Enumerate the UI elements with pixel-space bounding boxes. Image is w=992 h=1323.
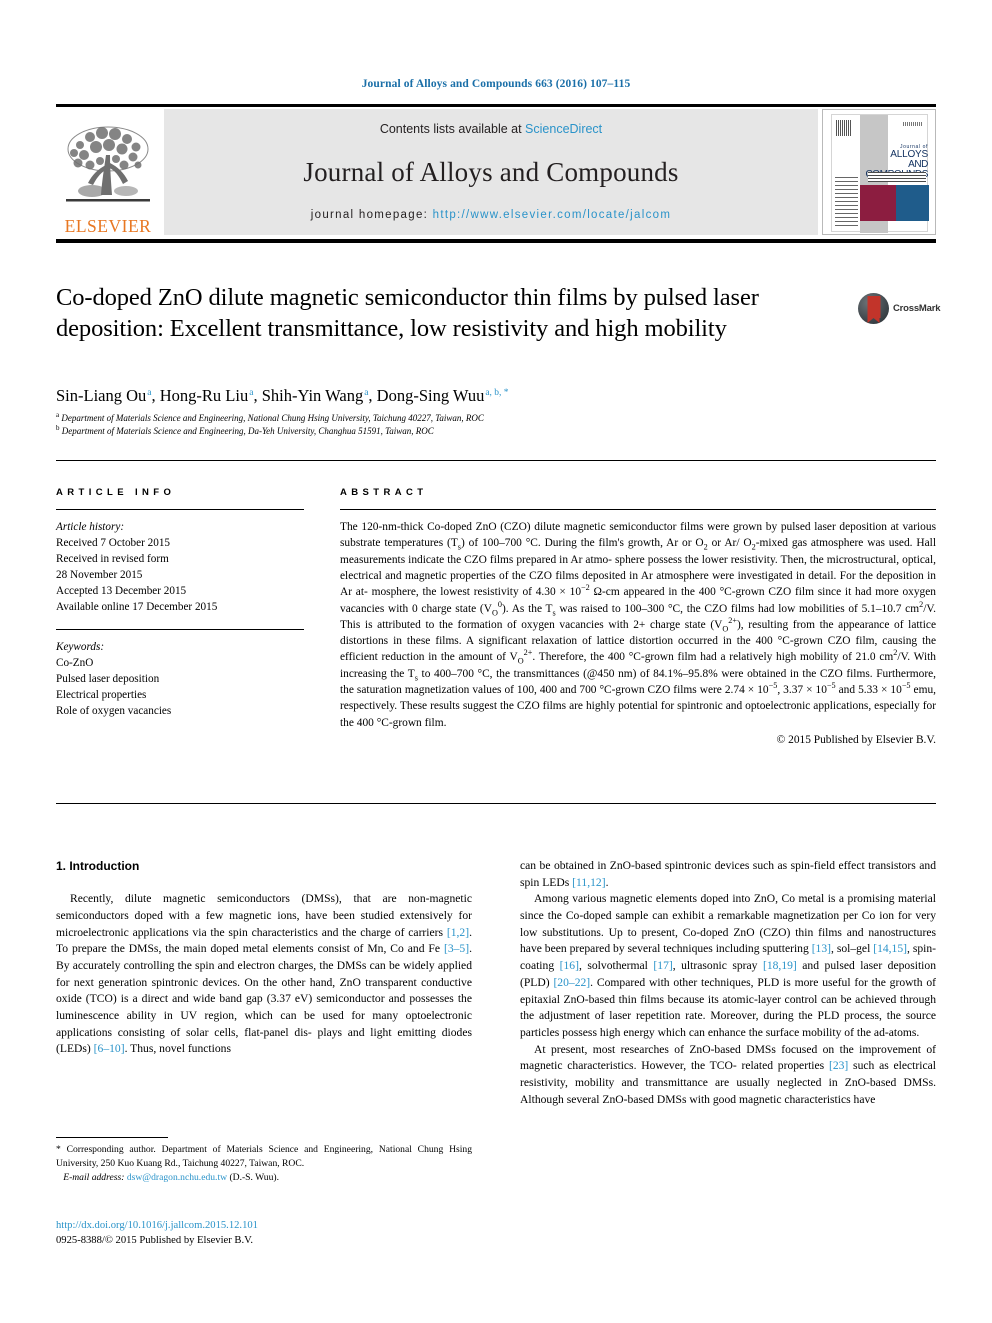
keyword-item: Co-ZnO <box>56 657 94 670</box>
body-paragraph: Recently, dilute magnetic semiconductors… <box>56 892 472 1056</box>
keywords-rule <box>56 629 304 631</box>
history-item: Received in revised form <box>56 553 169 566</box>
section-heading-introduction: 1. Introduction <box>56 859 140 873</box>
author-name: Hong-Ru Liu <box>159 386 249 405</box>
author-affil-mark: a <box>249 387 254 398</box>
cover-inner: Journal of ALLOYS AND COMPOUNDS <box>831 114 929 233</box>
citation-link[interactable]: [3–5] <box>444 942 469 955</box>
citation-link[interactable]: [20–22] <box>553 976 590 989</box>
citation-link[interactable]: [16] <box>560 959 579 972</box>
cover-subtitle-lines <box>868 172 926 182</box>
abstract-rule <box>340 509 936 511</box>
corresponding-author-footnote: * Corresponding author. Department of Ma… <box>56 1137 472 1185</box>
email-address-label: E-mail address: <box>63 1171 125 1183</box>
affiliation-text: Department of Materials Science and Engi… <box>61 425 434 436</box>
info-section-bottom-rule <box>56 803 936 805</box>
body-paragraph: can be obtained in ZnO-based spintronic … <box>520 859 936 889</box>
keywords-label: Keywords: <box>56 641 105 654</box>
affiliation-mark: b <box>56 423 60 432</box>
affiliation-item: a Department of Materials Science and En… <box>56 412 866 425</box>
citation-link[interactable]: [17] <box>653 959 672 972</box>
body-paragraph: At present, most researches of ZnO-based… <box>520 1042 936 1106</box>
contents-lists-line: Contents lists available at ScienceDirec… <box>380 122 602 136</box>
article-page: Journal of Alloys and Compounds 663 (201… <box>0 0 992 1323</box>
footnote-rule <box>56 1137 168 1138</box>
article-history-label: Article history: <box>56 521 125 534</box>
page-title: Co-doped ZnO dilute magnetic semiconduct… <box>56 284 759 343</box>
journal-homepage-line: journal homepage: http://www.elsevier.co… <box>311 209 671 221</box>
abstract-text: The 120-nm-thick Co-doped ZnO (CZO) dilu… <box>340 521 937 729</box>
author-list: Sin-Liang Oua, Hong-Ru Liua, Shih-Yin Wa… <box>56 386 509 405</box>
title-block: Co-doped ZnO dilute magnetic semiconduct… <box>56 282 846 345</box>
history-item: Available online 17 December 2015 <box>56 601 218 614</box>
homepage-label: journal homepage: <box>310 209 433 221</box>
journal-masthead: ELSEVIER Contents lists available at Sci… <box>56 107 936 237</box>
author-affil-mark: a <box>147 387 152 398</box>
affiliation-mark: a <box>56 411 60 419</box>
footer-doi-block: http://dx.doi.org/10.1016/j.jallcom.2015… <box>56 1219 476 1249</box>
homepage-url-link[interactable]: http://www.elsevier.com/locate/jalcom <box>433 209 672 221</box>
email-link[interactable]: dsw@dragon.nchu.edu.tw <box>127 1172 227 1183</box>
citation-link[interactable]: [6–10] <box>94 1042 125 1055</box>
citation-link[interactable]: [18,19] <box>763 959 797 972</box>
footnote-email-line: E-mail address: dsw@dragon.nchu.edu.tw (… <box>56 1171 472 1185</box>
history-item: Received 7 October 2015 <box>56 537 171 550</box>
citation-link[interactable]: [1,2] <box>447 926 469 939</box>
cover-editor-list <box>835 177 858 229</box>
elsevier-wordmark: ELSEVIER <box>64 215 152 236</box>
journal-title: Journal of Alloys and Compounds <box>303 157 679 187</box>
keyword-item: Role of oxygen vacancies <box>56 705 172 718</box>
abstract-copyright: © 2015 Published by Elsevier B.V. <box>776 733 936 746</box>
elsevier-tree-icon <box>60 121 156 217</box>
elsevier-logo: ELSEVIER <box>56 109 160 235</box>
sciencedirect-link[interactable]: ScienceDirect <box>525 122 602 136</box>
abstract-heading: ABSTRACT <box>340 487 428 498</box>
info-section-top-rule <box>56 460 936 462</box>
affiliation-item: b Department of Materials Science and En… <box>56 423 866 438</box>
body-paragraph: Among various magnetic elements doped in… <box>520 892 936 1039</box>
issn-copyright-line: 0925-8388/© 2015 Published by Elsevier B… <box>56 1234 254 1246</box>
article-history: Article history: Received 7 October 2015… <box>56 519 304 615</box>
citation-link[interactable]: [13] <box>812 942 831 955</box>
keyword-item: Electrical properties <box>56 689 147 702</box>
author-affil-mark: a, b, * <box>485 387 509 398</box>
affiliation-text: Department of Materials Science and Engi… <box>61 413 484 423</box>
citation-link[interactable]: [14,15] <box>873 942 907 955</box>
article-info-rule <box>56 509 304 511</box>
body-column-left: 1. Introduction Recently, dilute magneti… <box>56 858 472 1058</box>
email-owner: (D.-S. Wuu). <box>229 1171 279 1183</box>
keywords-block: Keywords: Co-ZnO Pulsed laser deposition… <box>56 639 304 719</box>
citation-link[interactable]: [23] <box>829 1059 848 1072</box>
author-name: Dong-Sing Wuu <box>376 386 485 405</box>
affiliation-list: a Department of Materials Science and En… <box>56 412 866 438</box>
history-item: Accepted 13 December 2015 <box>56 585 187 598</box>
cover-blue-block <box>896 185 929 221</box>
history-item: 28 November 2015 <box>56 569 143 582</box>
footnote-corresponding-text: * Corresponding author. Department of Ma… <box>56 1144 472 1169</box>
masthead-bottom-rule <box>56 239 936 243</box>
body-column-right: can be obtained in ZnO-based spintronic … <box>520 858 936 1108</box>
author-name: Shih-Yin Wang <box>261 386 364 405</box>
article-info-heading: ARTICLE INFO <box>56 487 176 498</box>
running-head: Journal of Alloys and Compounds 663 (201… <box>361 78 631 90</box>
cover-barcode-icon <box>836 120 852 136</box>
crossmark-icon <box>858 292 889 324</box>
cover-maroon-block <box>860 185 896 221</box>
contents-prefix: Contents lists available at <box>379 122 526 136</box>
author-affil-mark: a <box>364 387 369 398</box>
article-info-box: ARTICLE INFO Article history: Received 7… <box>56 487 304 719</box>
keyword-item: Pulsed laser deposition <box>56 673 160 686</box>
crossmark-badge[interactable]: CrossMark <box>858 291 944 325</box>
crossmark-ribbon-shape <box>867 295 880 323</box>
abstract-box: ABSTRACT The 120-nm-thick Co-doped ZnO (… <box>340 487 936 746</box>
citation-link[interactable]: [11,12] <box>572 876 605 889</box>
crossmark-label: CrossMark <box>893 302 941 314</box>
doi-link[interactable]: http://dx.doi.org/10.1016/j.jallcom.2015… <box>56 1219 476 1234</box>
cover-topright-text <box>903 122 923 126</box>
author-name: Sin-Liang Ou <box>56 386 147 405</box>
masthead-center-panel: Contents lists available at ScienceDirec… <box>164 109 818 235</box>
journal-cover-thumbnail: Journal of ALLOYS AND COMPOUNDS <box>822 109 936 235</box>
